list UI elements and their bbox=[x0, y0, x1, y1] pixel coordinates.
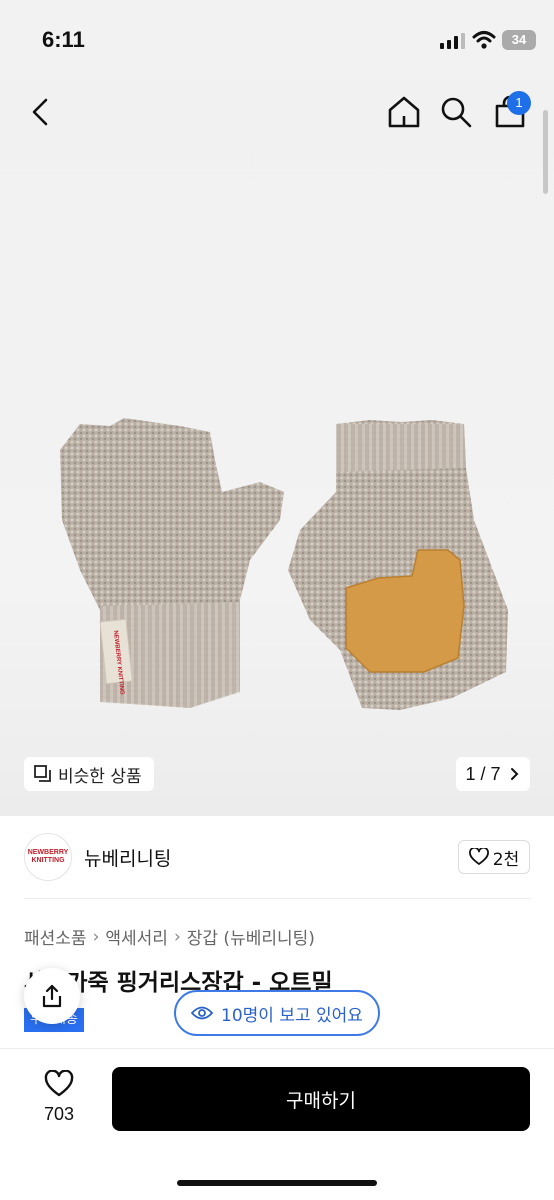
cellular-signal-icon bbox=[440, 33, 465, 49]
left-glove: NEWBERRY KNITTING bbox=[60, 418, 284, 708]
viewers-text: 10명이 보고 있어요 bbox=[221, 1005, 363, 1026]
brand-like-count: 2천 bbox=[492, 849, 520, 870]
home-indicator[interactable] bbox=[177, 1180, 377, 1186]
similar-items-icon bbox=[34, 765, 51, 782]
chevron-right-icon bbox=[510, 768, 518, 780]
similar-products-label: 비슷한 상품 bbox=[58, 766, 142, 787]
wifi-icon bbox=[472, 31, 496, 49]
scrollbar[interactable] bbox=[543, 110, 548, 194]
share-icon bbox=[42, 984, 62, 1008]
heart-icon bbox=[468, 848, 489, 865]
status-time: 6:11 bbox=[42, 27, 85, 52]
breadcrumb-item-accessories[interactable]: 액세서리 bbox=[105, 924, 168, 949]
home-icon[interactable] bbox=[386, 94, 422, 130]
search-icon[interactable] bbox=[438, 94, 474, 130]
breadcrumb-item-gloves[interactable]: 장갑 (뉴베리니팅) bbox=[187, 924, 315, 949]
brand-name[interactable]: 뉴베리니팅 bbox=[84, 844, 171, 871]
breadcrumb-item-fashion[interactable]: 패션소품 bbox=[24, 924, 87, 949]
right-glove bbox=[288, 420, 508, 710]
status-bar: 6:11 34 bbox=[0, 0, 554, 80]
chevron-right-icon: › bbox=[173, 926, 181, 947]
product-image[interactable]: NEWBERRY KNITTING bbox=[40, 410, 520, 720]
brand-like-button[interactable]: 2천 bbox=[458, 840, 530, 874]
breadcrumb: 패션소품 › 액세서리 › 장갑 (뉴베리니팅) bbox=[24, 924, 315, 950]
wishlist-count: 703 bbox=[43, 1104, 75, 1124]
heart-icon[interactable] bbox=[44, 1070, 74, 1098]
similar-products-button[interactable]: 비슷한 상품 bbox=[24, 757, 154, 791]
eye-icon bbox=[191, 1006, 214, 1020]
share-button[interactable] bbox=[24, 968, 80, 1024]
battery-icon: 34 bbox=[502, 30, 536, 50]
brand-logo[interactable]: NEWBERRY KNITTING bbox=[24, 833, 72, 881]
brand-logo-text: NEWBERRY KNITTING bbox=[27, 849, 69, 864]
divider bbox=[24, 898, 530, 899]
chevron-right-icon: › bbox=[92, 926, 100, 947]
page-counter-text: 1 / 7 bbox=[465, 763, 501, 784]
battery-level: 34 bbox=[511, 32, 527, 47]
product-image-gallery[interactable]: NEWBERRY KNITTING bbox=[0, 80, 554, 816]
back-arrow-icon[interactable] bbox=[24, 94, 60, 130]
cart-count-badge: 1 bbox=[507, 91, 531, 115]
viewers-indicator: 10명이 보고 있어요 bbox=[174, 990, 380, 1036]
buy-button[interactable]: 구매하기 bbox=[112, 1067, 530, 1131]
image-page-counter[interactable]: 1 / 7 bbox=[456, 757, 530, 791]
